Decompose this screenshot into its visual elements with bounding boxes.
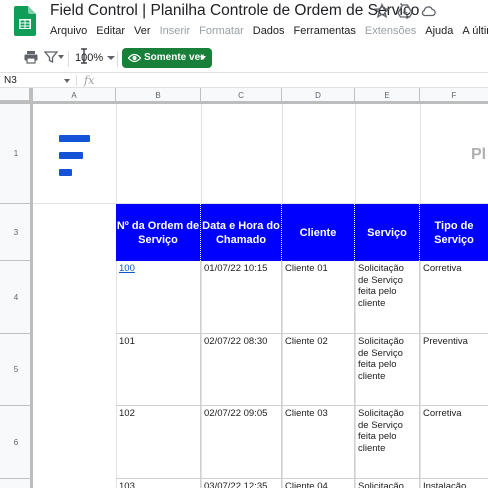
table-cell-type[interactable]: Preventiva	[420, 334, 488, 406]
header-service-type[interactable]: Tipo de Serviço	[420, 204, 488, 261]
title-bar: Field Control | Planilha Controle de Ord…	[0, 0, 488, 44]
row-header-3[interactable]: 3	[0, 204, 33, 261]
table-cell-type[interactable]: Corretiva	[420, 261, 488, 334]
menu-dados[interactable]: Dados	[253, 25, 285, 37]
table-cell-date[interactable]: 03/07/22 12:35	[201, 479, 282, 488]
text-cursor-icon	[80, 48, 88, 69]
field-control-logo	[59, 135, 91, 177]
table-cell-date[interactable]: 02/07/22 08:30	[201, 334, 282, 406]
table-cell-type[interactable]: Corretiva	[420, 406, 488, 479]
eye-icon	[127, 52, 142, 72]
menu-extensoes[interactable]: Extensões	[365, 25, 416, 37]
header-date-time[interactable]: Data e Hora do Chamado	[201, 204, 282, 261]
zoom-caret-icon[interactable]	[107, 56, 115, 60]
formula-bar-divider	[76, 75, 77, 86]
view-only-label: Somente ver	[144, 52, 205, 63]
menu-formatar[interactable]: Formatar	[199, 25, 244, 37]
filter-icon[interactable]	[43, 49, 59, 70]
toolbar-divider	[117, 51, 118, 67]
table-cell-date[interactable]: 02/07/22 09:05	[201, 406, 282, 479]
name-box-caret-icon[interactable]	[64, 79, 70, 83]
table-cell-date[interactable]: 01/07/22 10:15	[201, 261, 282, 334]
move-to-drive-icon[interactable]	[397, 3, 413, 19]
filter-caret-icon[interactable]	[58, 55, 64, 59]
print-icon[interactable]	[23, 49, 39, 70]
last-edit-link[interactable]: A últim	[462, 25, 488, 37]
table-cell-client[interactable]: Cliente 02	[282, 334, 355, 406]
menu-ferramentas[interactable]: Ferramentas	[294, 25, 356, 37]
table-cell-type[interactable]: Instalação	[420, 479, 488, 488]
menu-ver[interactable]: Ver	[134, 25, 151, 37]
row-header-4[interactable]: 4	[0, 261, 33, 334]
table-cell-order[interactable]: 103	[116, 479, 201, 488]
spreadsheet-grid: A B C D E F 1 3 4 5 6 Pl Nº da Ordem de …	[0, 88, 488, 488]
row-header-1[interactable]: 1	[0, 104, 33, 204]
table-cell-client[interactable]: Cliente 03	[282, 406, 355, 479]
header-order-number[interactable]: Nº da Ordem de Serviço	[116, 204, 201, 261]
view-only-button[interactable]: Somente ver	[122, 48, 212, 68]
table-cell-service[interactable]: Solicitação de	[355, 479, 420, 488]
row-header-6[interactable]: 6	[0, 406, 33, 479]
sheets-logo-icon[interactable]	[14, 6, 36, 36]
table-cell-service[interactable]: Solicitação de Serviço feita pelo client…	[355, 261, 420, 334]
table-cell-service[interactable]: Solicitação de Serviço feita pelo client…	[355, 334, 420, 406]
frozen-row-divider[interactable]	[0, 101, 488, 104]
formula-input[interactable]	[100, 73, 488, 88]
name-box[interactable]: N3	[4, 73, 17, 88]
header-client[interactable]: Cliente	[282, 204, 355, 261]
header-service[interactable]: Serviço	[355, 204, 420, 261]
sheet-title-partial: Pl	[471, 146, 487, 163]
menu-ajuda[interactable]: Ajuda	[425, 25, 453, 37]
star-icon[interactable]	[373, 2, 391, 19]
toolbar: 100% Somente ver	[0, 44, 488, 72]
table-cell-service[interactable]: Solicitação de Serviço feita pelo client…	[355, 406, 420, 479]
fx-icon: fx	[84, 74, 95, 87]
chevron-down-icon	[200, 56, 206, 60]
menu-inserir[interactable]: Inserir	[160, 25, 191, 37]
formula-bar: N3 fx	[0, 72, 488, 88]
table-cell-order[interactable]: 102	[116, 406, 201, 479]
table-cell-client[interactable]: Cliente 01	[282, 261, 355, 334]
document-title[interactable]: Field Control | Planilha Controle de Ord…	[50, 2, 419, 20]
menu-editar[interactable]: Editar	[96, 25, 125, 37]
table-cell-client[interactable]: Cliente 04	[282, 479, 355, 488]
row-header-5[interactable]: 5	[0, 334, 33, 406]
frozen-column-divider[interactable]	[30, 88, 33, 488]
table-cell-order[interactable]: 100	[116, 261, 201, 334]
table-cell-order[interactable]: 101	[116, 334, 201, 406]
row-header-7[interactable]	[0, 479, 33, 488]
cloud-status-icon[interactable]	[420, 3, 436, 19]
menu-arquivo[interactable]: Arquivo	[50, 25, 87, 37]
menu-bar: Arquivo Editar Ver Inserir Formatar Dado…	[50, 25, 488, 37]
